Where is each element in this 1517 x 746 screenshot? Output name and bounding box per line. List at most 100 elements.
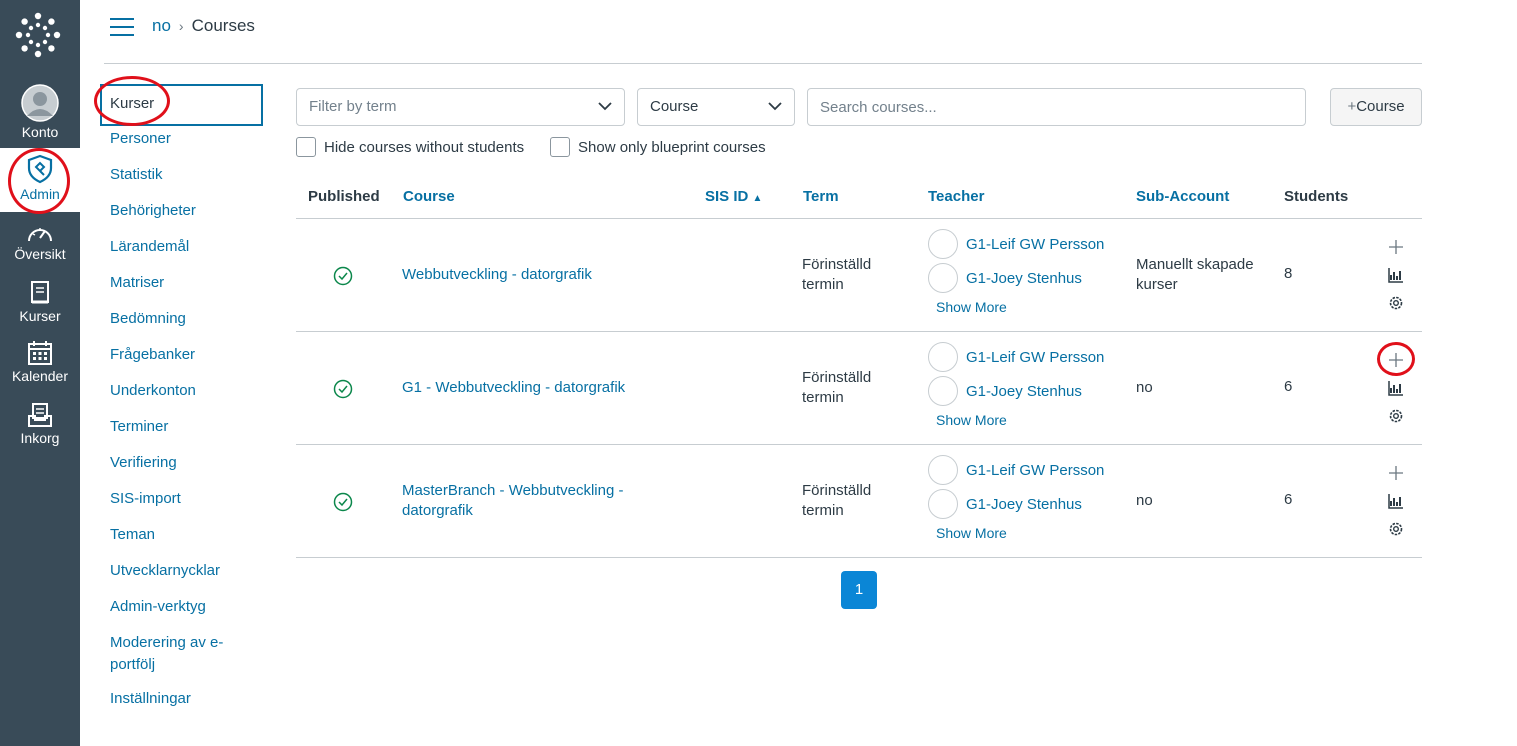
row-actions xyxy=(1386,350,1406,434)
table-row: Webbutveckling - datorgrafik Förinställd… xyxy=(296,219,1422,332)
only-blueprint-checkbox[interactable]: Show only blueprint courses xyxy=(550,137,766,157)
subnav-item-personer[interactable]: Personer xyxy=(100,122,264,158)
chevron-down-icon xyxy=(598,102,612,111)
checkbox-box[interactable] xyxy=(550,137,570,157)
course-link[interactable]: G1 - Webbutveckling - datorgrafik xyxy=(402,378,662,398)
subnav-item-fragebanker[interactable]: Frågebanker xyxy=(100,338,264,374)
global-nav-kalender[interactable]: Kalender xyxy=(0,340,80,384)
column-term[interactable]: Term xyxy=(803,188,839,205)
settings-gear-icon[interactable] xyxy=(1386,293,1406,313)
global-nav-konto[interactable]: Konto xyxy=(0,84,80,140)
statistics-icon[interactable] xyxy=(1386,265,1406,285)
show-more-link[interactable]: Show More xyxy=(936,525,1104,541)
students-cell: 8 xyxy=(1284,265,1293,282)
subnav-item-kurser[interactable]: Kurser xyxy=(100,84,263,126)
search-type-value: Course xyxy=(650,98,699,115)
pagination-page-1[interactable]: 1 xyxy=(841,571,877,609)
hide-without-students-label: Hide courses without students xyxy=(324,138,525,156)
course-link[interactable]: Webbutveckling - datorgrafik xyxy=(402,265,662,285)
show-more-link[interactable]: Show More xyxy=(936,299,1104,315)
global-nav-admin[interactable]: Admin xyxy=(0,148,80,212)
published-check-icon xyxy=(333,266,353,286)
global-nav-inkorg[interactable]: Inkorg xyxy=(0,402,80,446)
subnav-item-sis-import[interactable]: SIS-import xyxy=(100,482,264,518)
calendar-icon xyxy=(28,341,52,365)
teacher-link[interactable]: G1-Joey Stenhus xyxy=(966,270,1082,287)
checkbox-box[interactable] xyxy=(296,137,316,157)
teacher-link[interactable]: G1-Joey Stenhus xyxy=(966,383,1082,400)
term-filter-select[interactable]: Filter by term xyxy=(296,88,625,126)
published-check-icon xyxy=(333,492,353,512)
courses-table: Published Course SIS ID ▲ Term Teacher S… xyxy=(296,176,1422,558)
only-blueprint-label: Show only blueprint courses xyxy=(578,138,766,156)
statistics-icon[interactable] xyxy=(1386,378,1406,398)
column-published: Published xyxy=(308,188,380,205)
sub-account-cell: no xyxy=(1136,492,1153,509)
teacher-cell: G1-Leif GW Persson G1-Joey Stenhus Show … xyxy=(928,453,1104,541)
show-more-link[interactable]: Show More xyxy=(936,412,1104,428)
global-nav-kurser[interactable]: Kurser xyxy=(0,280,80,324)
plus-icon: + xyxy=(1347,98,1357,115)
subnav-item-moderering[interactable]: Moderering av e-portfölj xyxy=(100,626,240,682)
course-link[interactable]: MasterBranch - Webbutveckling - datorgra… xyxy=(402,481,652,521)
account-subnav: Kurser Personer Statistik Behörigheter L… xyxy=(100,84,264,718)
canvas-logo-icon[interactable] xyxy=(15,12,61,58)
avatar[interactable] xyxy=(928,342,958,372)
subnav-item-teman[interactable]: Teman xyxy=(100,518,264,554)
subnav-item-underkonton[interactable]: Underkonton xyxy=(100,374,264,410)
subnav-item-statistik[interactable]: Statistik xyxy=(100,158,264,194)
chevron-right-icon: › xyxy=(178,18,184,34)
avatar[interactable] xyxy=(928,229,958,259)
row-actions xyxy=(1386,237,1406,321)
column-teacher[interactable]: Teacher xyxy=(928,188,984,205)
dashboard-icon xyxy=(28,228,52,242)
column-course[interactable]: Course xyxy=(403,188,455,205)
add-course-button[interactable]: +Course xyxy=(1330,88,1422,126)
subnav-item-matriser[interactable]: Matriser xyxy=(100,266,264,302)
subnav-item-larandemal[interactable]: Lärandemål xyxy=(100,230,264,266)
term-cell: Förinställd termin xyxy=(802,369,872,406)
subnav-item-utvecklarnycklar[interactable]: Utvecklarnycklar xyxy=(100,554,264,590)
avatar[interactable] xyxy=(928,376,958,406)
global-nav-kalender-label: Kalender xyxy=(11,368,69,384)
subnav-item-installningar[interactable]: Inställningar xyxy=(100,682,264,718)
hamburger-menu-icon[interactable] xyxy=(110,18,134,36)
search-type-select[interactable]: Course xyxy=(637,88,795,126)
settings-gear-icon[interactable] xyxy=(1386,519,1406,539)
global-nav-oversikt[interactable]: Översikt xyxy=(0,222,80,262)
sub-account-cell: no xyxy=(1136,379,1153,396)
add-user-plus-icon[interactable] xyxy=(1386,237,1406,257)
column-sub-account[interactable]: Sub-Account xyxy=(1136,188,1229,205)
shield-icon xyxy=(27,154,53,184)
add-user-plus-icon[interactable] xyxy=(1386,350,1406,370)
row-actions xyxy=(1386,463,1406,547)
teacher-link[interactable]: G1-Joey Stenhus xyxy=(966,496,1082,513)
global-nav-oversikt-label: Översikt xyxy=(14,246,66,262)
search-courses-input[interactable] xyxy=(807,88,1306,126)
table-row: G1 - Webbutveckling - datorgrafik Förins… xyxy=(296,332,1422,445)
published-check-icon xyxy=(333,379,353,399)
subnav-item-terminer[interactable]: Terminer xyxy=(100,410,264,446)
avatar[interactable] xyxy=(928,489,958,519)
add-user-plus-icon[interactable] xyxy=(1386,463,1406,483)
statistics-icon[interactable] xyxy=(1386,491,1406,511)
column-sis-id[interactable]: SIS ID ▲ xyxy=(705,188,762,205)
global-nav-konto-label: Konto xyxy=(21,124,59,140)
book-icon xyxy=(31,281,49,304)
subnav-item-admin-verktyg[interactable]: Admin-verktyg xyxy=(100,590,264,626)
global-nav-admin-label: Admin xyxy=(20,186,60,202)
settings-gear-icon[interactable] xyxy=(1386,406,1406,426)
teacher-cell: G1-Leif GW Persson G1-Joey Stenhus Show … xyxy=(928,340,1104,428)
teacher-link[interactable]: G1-Leif GW Persson xyxy=(966,236,1104,253)
subnav-item-behorigheter[interactable]: Behörigheter xyxy=(100,194,264,230)
teacher-link[interactable]: G1-Leif GW Persson xyxy=(966,462,1104,479)
avatar[interactable] xyxy=(928,455,958,485)
subnav-item-bedomning[interactable]: Bedömning xyxy=(100,302,264,338)
avatar[interactable] xyxy=(928,263,958,293)
breadcrumb: no › Courses xyxy=(152,16,255,36)
breadcrumb-account-link[interactable]: no xyxy=(152,16,171,35)
term-cell: Förinställd termin xyxy=(802,482,872,519)
hide-without-students-checkbox[interactable]: Hide courses without students xyxy=(296,137,524,157)
teacher-link[interactable]: G1-Leif GW Persson xyxy=(966,349,1104,366)
subnav-item-verifiering[interactable]: Verifiering xyxy=(100,446,264,482)
